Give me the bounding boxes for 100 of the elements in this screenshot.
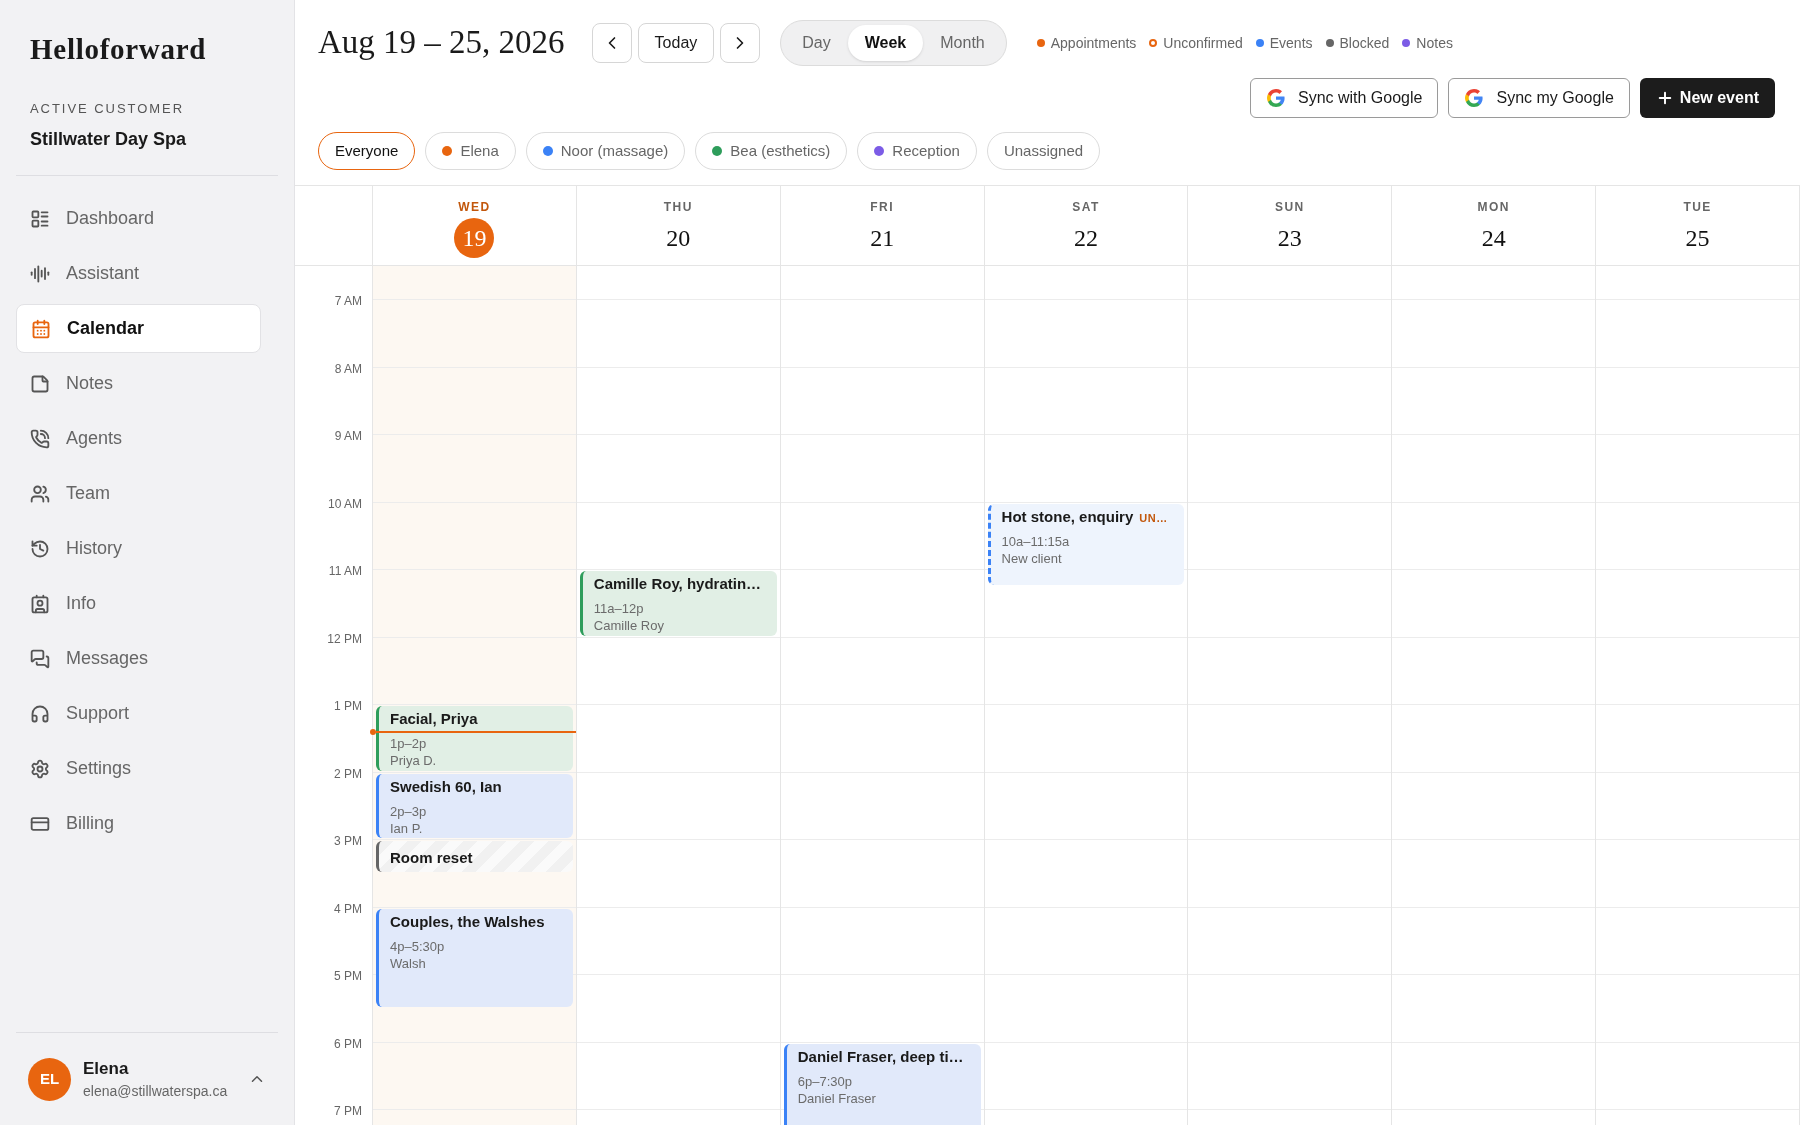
event-card[interactable]: Camille Roy, hydratin… 11a–12p Camille Roy (579, 571, 777, 636)
event-title: Couples, the Walshes (390, 911, 545, 932)
event-client: Priya D. (390, 752, 438, 769)
sync-google-button[interactable]: Sync my Google (1448, 78, 1630, 118)
hour-label: 9 AM (334, 428, 362, 445)
hour-label: 4 PM (334, 900, 362, 918)
event-card[interactable]: Hot stone, enquiry UN… 10a–11:15a New client (987, 503, 1185, 585)
hour-label: 3 PM (334, 833, 362, 850)
nav-item[interactable]: Assistant (16, 249, 261, 298)
hour-label: 6 PM (334, 1035, 362, 1053)
day-number: 19 (454, 218, 495, 258)
user-email: elena@stillwaterspa.ca (83, 1082, 228, 1102)
hour-label: 10 AM (327, 495, 362, 513)
user-name: Elena (83, 1057, 130, 1080)
nav-item[interactable]: Dashboard (16, 194, 261, 243)
weekday-label: SAT (1072, 199, 1100, 216)
nav-item[interactable]: Support (16, 689, 261, 738)
day-header[interactable]: THU 20 (576, 186, 780, 266)
chat-bubbles-icon (30, 648, 50, 669)
unconfirmed-tag: UN… (1139, 509, 1168, 526)
day-header[interactable]: SAT 22 (984, 186, 1188, 266)
legend-label: Events (1269, 33, 1313, 53)
event-title: Room reset (390, 848, 474, 868)
weekday-label: TUE (1683, 199, 1712, 216)
weekday-label: FRI (870, 199, 894, 216)
day-number: 25 (1685, 224, 1710, 253)
day-header[interactable]: TUE 25 (1596, 186, 1799, 266)
day-header[interactable]: MON 24 (1392, 186, 1596, 266)
event-card[interactable]: Swedish 60, Ian 2p–3p Ian P. (376, 773, 573, 838)
previous-button[interactable] (591, 23, 632, 63)
users-icon (30, 483, 50, 504)
event-card[interactable]: Daniel Fraser, deep ti… 6p–7:30p Daniel Fraser (783, 1043, 981, 1125)
next-button[interactable] (720, 23, 761, 63)
today-button[interactable]: Today (637, 23, 715, 63)
google-icon (1464, 88, 1485, 108)
nav-item[interactable]: Team (16, 469, 261, 518)
day-number: 23 (1277, 224, 1302, 253)
blocked-time-block[interactable]: Room reset (376, 841, 573, 872)
hour-label: 8 AM (334, 360, 362, 378)
event-client: Ian P. (390, 819, 424, 837)
day-number: 24 (1481, 224, 1506, 253)
nav-item[interactable]: Info (16, 579, 261, 628)
settings-icon (30, 758, 50, 779)
weekday-label: THU (663, 199, 693, 216)
event-client: Walsh (390, 954, 427, 972)
event-client: Daniel Fraser (797, 1089, 877, 1107)
day-header[interactable]: SUN 23 (1188, 186, 1392, 266)
event-title: Hot stone, enquiry (1001, 506, 1134, 527)
contact-card-icon (30, 593, 50, 614)
day-number: 20 (666, 224, 691, 253)
calendar-icon (31, 318, 51, 339)
sticky-note-icon (30, 373, 50, 394)
legend-label: Blocked (1339, 33, 1390, 53)
event-title: Camille Roy, hydratin… (593, 574, 762, 594)
event-time: 6p–7:30p (797, 1072, 853, 1090)
customer-name: Stillwater Day Spa (30, 128, 188, 151)
weekday-label: MON (1477, 199, 1510, 216)
weekday-label: WED (458, 199, 491, 216)
hour-label: 1 PM (334, 698, 362, 715)
sync-google-button[interactable]: Sync with Google (1249, 78, 1439, 118)
view-tab[interactable]: Day (785, 25, 848, 61)
view-tab[interactable]: Week (847, 25, 924, 61)
day-number: 22 (1074, 224, 1098, 253)
hour-label: 7 PM (334, 1103, 362, 1120)
view-tab[interactable]: Month (923, 25, 1002, 61)
legend-label: Unconfirmed (1163, 33, 1243, 53)
hour-label: 7 AM (334, 293, 362, 310)
event-title: Daniel Fraser, deep ti… (797, 1046, 964, 1067)
event-time: 10a–11:15a (1001, 532, 1071, 550)
history-icon (30, 538, 50, 559)
weekday-label: SUN (1275, 199, 1305, 216)
hour-label: 2 PM (334, 765, 362, 783)
audio-wave-icon (30, 263, 50, 284)
event-title: Swedish 60, Ian (390, 776, 502, 797)
new-event-button[interactable]: New event (1639, 78, 1775, 118)
user-avatar: EL (28, 1057, 71, 1101)
google-icon (1265, 88, 1286, 108)
nav-item[interactable]: Billing (16, 799, 261, 848)
nav-item[interactable]: Notes (16, 359, 261, 408)
event-time: 4p–5:30p (390, 937, 446, 955)
nav-item[interactable]: Messages (16, 634, 261, 683)
hour-label: 11 AM (328, 563, 362, 580)
nav-item[interactable]: Calendar (16, 304, 261, 353)
event-time: 11a–12p (593, 600, 645, 617)
hour-label: 5 PM (334, 968, 362, 985)
nav-item[interactable]: Agents (16, 414, 261, 463)
event-time: 1p–2p (390, 735, 428, 752)
phone-icon (30, 428, 50, 449)
hour-label: 12 PM (327, 630, 362, 648)
nav-item[interactable]: Settings (16, 744, 261, 793)
event-title: Facial, Priya (390, 709, 478, 729)
day-header[interactable]: FRI 21 (780, 186, 984, 266)
event-time: 2p–3p (390, 802, 428, 820)
event-card[interactable]: Couples, the Walshes 4p–5:30p Walsh (376, 908, 573, 1007)
list-icon (30, 208, 50, 229)
day-number: 21 (870, 224, 895, 253)
logo: Helloforward (30, 32, 208, 67)
event-card[interactable]: Facial, Priya 1p–2p Priya D. (376, 706, 573, 771)
nav-item[interactable]: History (16, 524, 261, 573)
legend-label: Appointments (1050, 33, 1137, 53)
